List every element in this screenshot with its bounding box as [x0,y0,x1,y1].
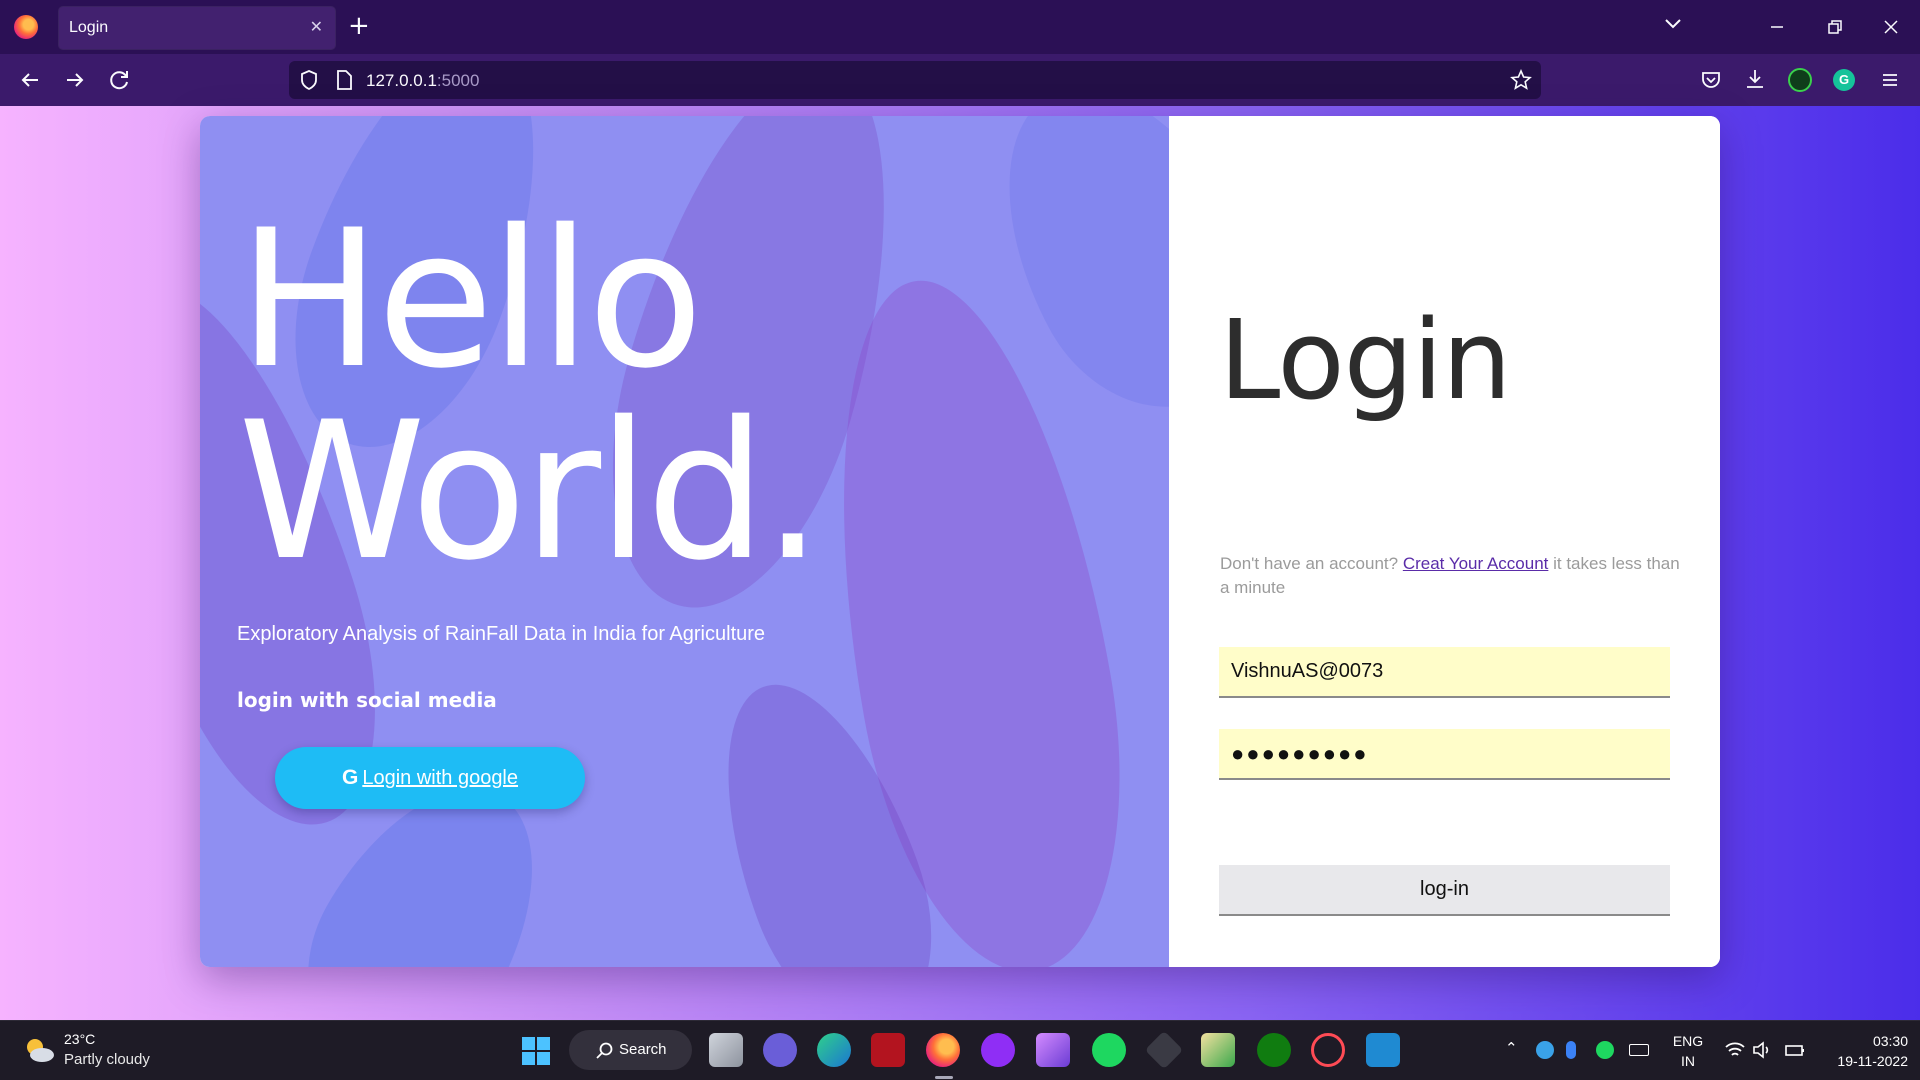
edge-browser-icon[interactable] [817,1033,851,1067]
extension-icon[interactable] [1788,68,1812,92]
tab-title: Login [69,19,109,36]
weather-temperature[interactable]: 23°C [64,1031,95,1047]
hero-heading: Hello World. [238,189,823,602]
menu-icon[interactable] [1880,70,1900,90]
firefox-logo-icon[interactable] [14,15,38,39]
download-icon[interactable] [1744,68,1766,90]
search-label: Search [619,1041,667,1058]
login-card: Hello World. Exploratory Analysis of Rai… [200,116,1720,967]
language-region[interactable]: IN [1671,1053,1705,1069]
volume-icon[interactable] [1752,1040,1774,1060]
project-subtitle: Exploratory Analysis of RainFall Data in… [237,623,766,645]
language-code[interactable]: ENG [1671,1033,1705,1049]
close-tab-icon[interactable]: ✕ [310,17,323,36]
windows-start-icon[interactable] [521,1036,551,1066]
teams-chat-icon[interactable] [763,1033,797,1067]
tray-app-icon[interactable] [1536,1041,1554,1059]
weather-description[interactable]: Partly cloudy [64,1051,150,1068]
battery-icon[interactable] [1784,1041,1806,1059]
wifi-icon[interactable] [1724,1040,1746,1060]
vscode-icon[interactable] [1366,1033,1400,1067]
bluetooth-icon[interactable] [1566,1041,1576,1059]
page-icon[interactable] [334,69,354,91]
url-port: :5000 [436,71,480,90]
app-icon[interactable] [871,1033,905,1067]
task-view-icon[interactable] [709,1033,743,1067]
browser-tab-login[interactable]: Login ✕ [59,7,335,49]
create-account-link[interactable]: Creat Your Account [1403,554,1549,573]
page-background: Hello World. Exploratory Analysis of Rai… [0,106,1920,1020]
grammarly-icon[interactable]: G [1833,69,1855,91]
bookmark-star-icon[interactable] [1510,69,1532,91]
spotify-tray-icon[interactable] [1596,1041,1614,1059]
signup-prefix: Don't have an account? [1220,554,1403,573]
chevron-up-icon[interactable]: ⌃ [1505,1039,1518,1057]
firefox-taskbar-icon[interactable] [926,1033,960,1067]
back-arrow-icon[interactable] [16,66,44,94]
forward-arrow-icon[interactable] [61,66,89,94]
chevron-down-icon[interactable] [1662,12,1684,34]
taskbar-search[interactable]: Search [569,1030,692,1070]
hero-line-1: Hello [238,189,704,410]
app-icon[interactable] [1036,1033,1070,1067]
username-input[interactable]: VishnuAS@0073 [1219,647,1670,698]
minimize-icon[interactable] [1768,18,1786,36]
partly-cloudy-icon[interactable] [22,1035,56,1065]
new-tab-icon[interactable]: + [348,10,370,42]
social-login-label: login with social media [237,688,497,712]
search-icon [596,1042,613,1059]
url-host: 127.0.0.1 [366,71,437,90]
app-icon[interactable] [1201,1033,1235,1067]
browser-tab-strip: Login ✕ + [0,0,1920,54]
close-window-icon[interactable] [1882,18,1900,36]
windows-taskbar: 23°C Partly cloudy Search ⌃ ENG IN 03:30… [0,1020,1920,1080]
xbox-icon[interactable] [1257,1033,1291,1067]
password-input[interactable]: ●●●●●●●●● [1219,729,1670,780]
login-panel: Login Don't have an account? Creat Your … [1169,116,1720,967]
spotify-icon[interactable] [1092,1033,1126,1067]
login-title: Login [1219,296,1512,424]
app-icon[interactable] [981,1033,1015,1067]
unity-icon[interactable] [1144,1030,1184,1070]
pocket-icon[interactable] [1700,69,1722,91]
reload-icon[interactable] [106,66,134,94]
login-submit-button[interactable]: log-in [1219,865,1670,916]
hero-panel: Hello World. Exploratory Analysis of Rai… [200,116,1169,967]
keyboard-icon[interactable] [1629,1044,1649,1056]
active-app-indicator [935,1076,953,1079]
signup-prompt: Don't have an account? Creat Your Accoun… [1220,552,1680,600]
restore-icon[interactable] [1826,18,1844,36]
hero-line-2: World. [238,381,823,602]
google-login-button[interactable]: G Login with google [275,747,585,809]
url-text[interactable]: 127.0.0.1:5000 [366,71,479,91]
clock-date[interactable]: 19-11-2022 [1818,1053,1908,1069]
google-login-label: Login with google [362,766,519,789]
google-icon: G [341,766,359,789]
clock-time[interactable]: 03:30 [1818,1033,1908,1049]
chat-app-icon[interactable] [1311,1033,1345,1067]
shield-icon[interactable] [298,69,320,91]
